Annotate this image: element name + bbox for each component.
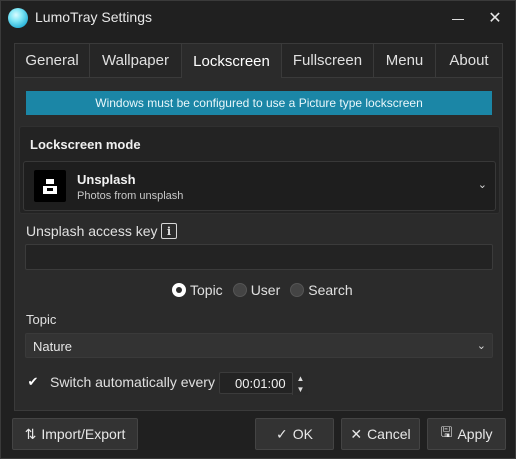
save-icon: 🖫 (440, 424, 453, 440)
access-key-input[interactable] (25, 244, 493, 270)
ok-button[interactable]: ✓ OK (255, 418, 334, 450)
tab-menu[interactable]: Menu (373, 43, 436, 77)
close-icon: ✕ (488, 10, 502, 27)
chevron-down-icon: ⌄ (477, 179, 487, 191)
topic-value: Nature (33, 339, 73, 354)
radio-topic[interactable]: Topic (172, 282, 223, 298)
radio-user[interactable]: User (232, 282, 281, 298)
info-banner: Windows must be configured to use a Pict… (26, 91, 492, 115)
access-key-label: Unsplash access key (26, 223, 158, 239)
radio-user-label: User (250, 282, 281, 298)
ok-label: OK (292, 426, 313, 442)
interval-value: 00:01:00 (235, 376, 286, 391)
window-title: LumoTray Settings (35, 9, 152, 25)
tab-fullscreen[interactable]: Fullscreen (281, 43, 374, 77)
topic-dropdown[interactable]: Nature ⌄ (25, 333, 493, 358)
radio-checked-icon (172, 283, 186, 297)
tab-bar: General Wallpaper Lockscreen Fullscreen … (14, 43, 503, 78)
apply-button[interactable]: 🖫 Apply (427, 418, 506, 450)
cancel-label: Cancel (367, 426, 411, 442)
lockscreen-mode-dropdown[interactable]: Unsplash Photos from unsplash ⌄ (23, 161, 496, 211)
auto-switch-row: ✔ Switch automatically every (26, 374, 215, 390)
cancel-button[interactable]: ✕ Cancel (341, 418, 420, 450)
auto-switch-label: Switch automatically every (50, 374, 215, 390)
app-logo-icon (8, 8, 28, 28)
lockscreen-panel: Windows must be configured to use a Pict… (14, 77, 503, 411)
mode-description: Photos from unsplash (77, 190, 184, 202)
minimize-icon (452, 18, 464, 20)
sort-arrows-icon: ⇅ (24, 425, 37, 442)
checkmark-icon: ✓ (276, 425, 288, 442)
settings-window: LumoTray Settings ✕ General Wallpaper Lo… (0, 0, 516, 459)
spin-down-icon[interactable]: ▼ (293, 384, 308, 395)
close-icon: ✕ (350, 425, 363, 442)
radio-topic-label: Topic (190, 282, 223, 298)
minimize-button[interactable] (441, 1, 475, 35)
source-radio-group: Topic User Search (172, 282, 363, 298)
info-icon[interactable]: i (161, 223, 177, 239)
tab-general[interactable]: General (14, 43, 90, 77)
chevron-down-icon: ⌄ (476, 340, 486, 352)
spin-up-icon[interactable]: ▲ (293, 373, 308, 384)
apply-label: Apply (457, 426, 493, 442)
import-export-button[interactable]: ⇅ Import/Export (12, 418, 138, 450)
tab-about[interactable]: About (435, 43, 503, 77)
tab-wallpaper[interactable]: Wallpaper (89, 43, 182, 77)
mode-name: Unsplash (77, 172, 136, 187)
close-button[interactable]: ✕ (478, 1, 512, 35)
import-export-label: Import/Export (41, 426, 126, 442)
tab-lockscreen[interactable]: Lockscreen (181, 43, 282, 78)
radio-search[interactable]: Search (290, 282, 353, 298)
title-bar[interactable]: LumoTray Settings ✕ (1, 1, 515, 35)
radio-search-label: Search (308, 282, 353, 298)
radio-unchecked-icon (290, 283, 305, 297)
auto-switch-checkbox[interactable]: ✔ (26, 374, 40, 389)
interval-spinner[interactable]: ▲ ▼ (292, 373, 308, 395)
lockscreen-mode-heading: Lockscreen mode (30, 137, 141, 152)
lockscreen-mode-card: Lockscreen mode Unsplash Photos from uns… (19, 126, 500, 214)
radio-unchecked-icon (232, 283, 247, 297)
topic-label: Topic (26, 312, 57, 327)
unsplash-logo-icon (34, 170, 66, 202)
interval-input[interactable]: 00:01:00 ▲ ▼ (219, 372, 308, 395)
